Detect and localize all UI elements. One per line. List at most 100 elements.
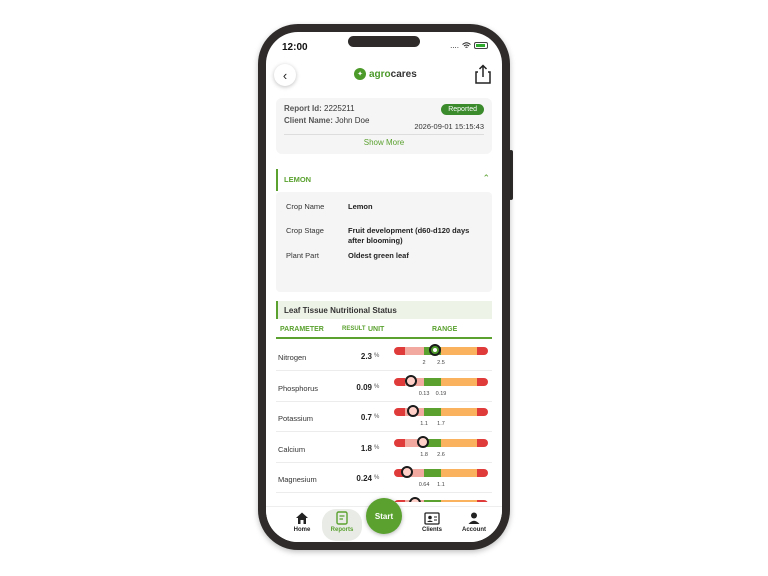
range-high-label: 2.5 [437,360,445,366]
unit-label: % [374,444,380,451]
crop-section-title: LEMON [284,175,312,184]
result-value: 0.09 [356,382,372,392]
result-marker [408,496,421,502]
start-button[interactable]: Start [366,498,402,534]
report-summary-card: Report Id: 2225211 Client Name: John Doe… [276,98,492,154]
range-segment [440,377,477,386]
range-high-label: 0.19 [435,390,447,397]
client-name-label: Client Name: [284,116,333,125]
back-arrow-icon: ‹ [282,67,288,83]
report-id-value: 2225211 [324,104,355,113]
result-marker [401,466,414,478]
result-value: 1.8 [360,443,372,453]
range-segment [476,408,488,416]
result-value: 0.24 [356,474,372,483]
range-segment [424,408,441,416]
divider [284,134,484,135]
col-range: RANGE [432,326,458,333]
nutrition-table-header: PARAMETER RESULT UNIT RANGE [276,323,492,339]
table-row: Phosphorus 0.09% 0.13 0.19 [276,372,492,402]
range-segment [440,347,477,355]
range-segment [424,469,441,477]
range-segment [405,347,425,355]
crop-name-value: Lemon [348,202,373,211]
app-logo: ✦ agrocares [354,68,417,80]
parameter-name: Calcium [278,444,306,454]
range-high-label: 1.7 [437,421,445,427]
parameter-name: Nitrogen [278,353,307,362]
back-button[interactable]: ‹ [274,64,296,86]
phone-frame: 12:00 .... ‹ ✦ agrocares Report Id: 2225… [258,24,510,550]
nutrition-section-title: Leaf Tissue Nutritional Status [276,301,492,319]
status-badge: Reported [441,104,484,115]
range-bar [394,438,488,447]
clients-icon [424,512,440,525]
col-parameter: PARAMETER [280,326,324,333]
range-segment [476,499,488,502]
plant-part-label: Plant Part [286,251,319,260]
tab-clients-label: Clients [421,527,442,533]
parameter-name: Magnesium [278,475,317,484]
crop-section-header[interactable]: LEMON ⌃ [276,169,492,191]
range-segment [424,499,441,502]
notch [348,36,420,47]
report-id-label: Report Id: [284,104,322,113]
table-row: Magnesium 0.24% 0.64 1.1 [276,463,492,493]
range-segment [424,377,441,386]
tab-clients[interactable]: Clients [412,511,452,533]
logo-text: agrocares [369,69,417,80]
status-icons: .... [450,41,488,50]
range-low-label: 1.1 [420,421,428,427]
range-segment [394,408,406,416]
unit-label: % [374,414,380,420]
tab-reports[interactable]: Reports [322,509,362,541]
result-marker [417,435,430,448]
client-name-line: Client Name: John Doe [284,116,369,125]
tab-home-label: Home [293,527,311,533]
signal-icon: .... [450,41,459,50]
plant-part-value: Oldest green leaf [348,251,409,260]
range-segment [476,347,488,355]
show-more-link[interactable]: Show More [276,138,492,147]
phone-screen: 12:00 .... ‹ ✦ agrocares Report Id: 2225… [266,32,502,542]
logo-suffix: cares [390,68,417,80]
status-bar: 12:00 .... [266,32,502,58]
status-time: 12:00 [282,42,308,53]
range-low-label: 1.8 [420,451,428,458]
tab-reports-label: Reports [330,527,354,533]
range-high-label: 1.1 [437,482,445,488]
stage: 12:00 .... ‹ ✦ agrocares Report Id: 2225… [0,0,768,576]
report-id-line: Report Id: 2225211 [284,104,355,113]
parameter-name: Potassium [278,414,314,423]
logo-mark-icon: ✦ [354,68,366,80]
crop-details-card: Crop Name Lemon Crop Stage Fruit develop… [276,192,492,292]
parameter-name: Phosphorus [278,383,319,393]
result-marker [406,405,419,417]
crop-stage-value: Fruit development (d60-d120 days after b… [348,226,470,245]
range-segment [394,347,406,355]
unit-label: % [374,353,380,359]
range-low-label: 2 [422,360,426,366]
range-segment [440,469,477,477]
range-segment [440,499,477,502]
tab-home[interactable]: Home [282,511,322,533]
client-name-value: John Doe [335,116,370,125]
unit-label: % [374,475,380,481]
report-scroll-area[interactable]: Report Id: 2225211 Client Name: John Doe… [266,94,502,502]
app-header: ‹ ✦ agrocares [266,60,502,90]
chevron-up-icon[interactable]: ⌃ [482,173,490,184]
logo-prefix: agro [369,68,391,80]
result-value: 0.7 [360,413,372,422]
crop-name-label: Crop Name [286,202,325,211]
share-icon[interactable] [474,64,492,84]
wifi-icon [462,42,471,48]
range-segment [394,438,406,447]
result-marker [429,344,442,356]
nutrition-title-text: Leaf Tissue Nutritional Status [284,306,397,315]
range-segment [394,377,406,386]
range-segment [476,438,488,447]
range-segment [440,438,477,447]
report-date: 2026-09-01 15:15:43 [414,122,484,131]
account-icon [468,512,480,524]
tab-account[interactable]: Account [454,511,494,533]
